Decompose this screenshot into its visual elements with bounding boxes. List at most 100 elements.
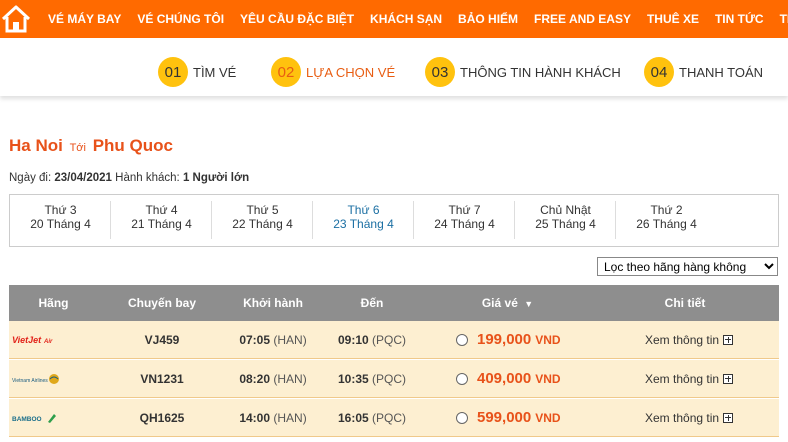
date-tab-date: 23 Tháng 4 xyxy=(333,217,394,231)
price-value: 599,000 xyxy=(477,409,532,426)
select-fare-radio[interactable] xyxy=(456,333,468,346)
vietnam-airlines-logo: Vietnam Airlines xyxy=(9,372,98,386)
nav-item-thue-xe[interactable]: THUÊ XE xyxy=(639,0,707,38)
arrive-time-value: 10:35 xyxy=(337,371,369,386)
airline-filter-select[interactable]: Lọc theo hãng hàng không xyxy=(597,257,778,276)
price-value: 409,000 xyxy=(477,370,532,387)
arrive-airport-code: (PQC) xyxy=(372,410,407,425)
table-row[interactable]: VietJet Air VJ459 07:05 (HAN) 09:10 (PQC… xyxy=(9,321,779,359)
expand-plus-icon[interactable] xyxy=(723,373,734,384)
passenger-label: Hành khách: xyxy=(115,172,180,184)
flight-number: QH1625 xyxy=(139,410,185,425)
price-cell[interactable]: 199,000 VND xyxy=(424,331,591,348)
nav-item-tin-ho[interactable]: TIN HO xyxy=(772,0,788,38)
date-tab-4[interactable]: Thứ 7 24 Tháng 4 xyxy=(414,195,515,246)
svg-text:Air: Air xyxy=(43,339,53,345)
arrive-time-value: 09:10 xyxy=(337,332,369,347)
detail-link[interactable]: Xem thông tin xyxy=(591,411,779,425)
date-tab-day: Thứ 7 xyxy=(448,203,481,217)
top-navigation: VÉ MÁY BAY VÉ CHÚNG TÔI YÊU CẦU ĐẶC BIỆT… xyxy=(0,0,788,38)
depart-airport-code: (HAN) xyxy=(273,332,307,347)
booking-steps: 01 TÌM VÉ 02 LỰA CHỌN VÉ 03 THÔNG TIN HÀ… xyxy=(0,38,788,96)
col-price[interactable]: Giá vé ▼ xyxy=(424,285,591,321)
arrive-time: 10:35 (PQC) xyxy=(320,372,424,386)
price-value: 199,000 xyxy=(477,331,532,348)
date-tab-3-selected[interactable]: Thứ 6 23 Tháng 4 xyxy=(313,195,414,246)
home-icon[interactable] xyxy=(0,0,32,38)
depart-time-value: 07:05 xyxy=(239,332,271,347)
date-tab-date: 20 Tháng 4 xyxy=(30,217,91,231)
passenger-count: 1 Người lớn xyxy=(182,172,250,184)
select-fare-radio[interactable] xyxy=(456,372,468,385)
arrive-time-value: 16:05 xyxy=(337,410,369,425)
search-summary: Ngày đi: 23/04/2021 Hành khách: 1 Người … xyxy=(9,172,249,184)
depart-time: 14:00 (HAN) xyxy=(226,411,320,425)
date-tab-2[interactable]: Thứ 5 22 Tháng 4 xyxy=(212,195,313,246)
date-label: Ngày đi: xyxy=(9,172,52,184)
detail-link[interactable]: Xem thông tin xyxy=(591,333,779,347)
svg-text:Vietnam Airlines: Vietnam Airlines xyxy=(12,378,48,384)
nav-item-yeu-cau-dac-biet[interactable]: YÊU CẦU ĐẶC BIỆT xyxy=(232,0,362,38)
depart-time-value: 08:20 xyxy=(239,371,271,386)
step-label: TÌM VÉ xyxy=(193,64,237,80)
step-number: 04 xyxy=(644,57,674,87)
date-tab-date: 25 Tháng 4 xyxy=(535,217,596,231)
col-airline: Hãng xyxy=(38,296,69,310)
date-tab-6[interactable]: Thứ 2 26 Tháng 4 xyxy=(616,195,717,246)
table-row[interactable]: BAMBOO QH1625 14:00 (HAN) 16:05 (PQC) 59… xyxy=(9,399,779,437)
table-row[interactable]: Vietnam Airlines VN1231 08:20 (HAN) 10:3… xyxy=(9,360,779,398)
date-tab-date: 22 Tháng 4 xyxy=(232,217,293,231)
arrive-airport-code: (PQC) xyxy=(372,371,407,386)
depart-airport-code: (HAN) xyxy=(273,371,307,386)
nav-item-bao-hiem[interactable]: BẢO HIỂM xyxy=(450,0,526,38)
sort-desc-icon[interactable]: ▼ xyxy=(524,299,533,309)
detail-link[interactable]: Xem thông tin xyxy=(591,372,779,386)
detail-label: Xem thông tin xyxy=(645,410,720,425)
route-title: Ha Noi Tới Phu Quoc xyxy=(9,136,173,156)
nav-item-khach-san[interactable]: KHÁCH SẠN xyxy=(362,0,450,38)
vietjet-logo: VietJet Air xyxy=(9,333,98,347)
depart-time-value: 14:00 xyxy=(239,410,271,425)
step-thong-tin-hanh-khach[interactable]: 03 THÔNG TIN HÀNH KHÁCH xyxy=(425,57,621,87)
step-number: 01 xyxy=(158,57,188,87)
step-lua-chon-ve[interactable]: 02 LỰA CHỌN VÉ xyxy=(271,57,395,87)
date-tab-1[interactable]: Thứ 4 21 Tháng 4 xyxy=(111,195,212,246)
col-detail: Chi tiết xyxy=(664,296,706,310)
date-tab-date: 21 Tháng 4 xyxy=(131,217,192,231)
expand-plus-icon[interactable] xyxy=(723,334,734,345)
price-currency: VND xyxy=(535,410,561,425)
date-tab-date: 26 Tháng 4 xyxy=(636,217,697,231)
nav-item-ve-may-bay[interactable]: VÉ MÁY BAY xyxy=(32,0,129,38)
date-tab-day: Chủ Nhật xyxy=(540,203,591,217)
nav-item-tin-tuc[interactable]: TIN TỨC xyxy=(707,0,772,38)
step-label: LỰA CHỌN VÉ xyxy=(306,64,396,80)
price-cell[interactable]: 599,000 VND xyxy=(424,409,591,426)
svg-text:VietJet: VietJet xyxy=(12,335,42,345)
bamboo-airways-logo: BAMBOO xyxy=(9,411,98,425)
date-tab-5[interactable]: Chủ Nhật 25 Tháng 4 xyxy=(515,195,616,246)
col-flight: Chuyến bay xyxy=(127,296,196,310)
depart-time: 07:05 (HAN) xyxy=(226,333,320,347)
flight-number: VN1231 xyxy=(140,371,184,386)
select-fare-radio[interactable] xyxy=(456,411,468,424)
date-tab-day: Thứ 3 xyxy=(44,203,77,217)
step-thanh-toan[interactable]: 04 THANH TOÁN xyxy=(644,57,763,87)
date-selector: Thứ 3 20 Tháng 4 Thứ 4 21 Tháng 4 Thứ 5 22 … xyxy=(9,194,779,247)
flight-number: VJ459 xyxy=(144,332,180,347)
date-tab-day: Thứ 6 xyxy=(347,203,380,217)
col-price-label: Giá vé xyxy=(481,296,518,310)
expand-plus-icon[interactable] xyxy=(723,412,734,423)
date-tab-day: Thứ 4 xyxy=(145,203,178,217)
step-number: 02 xyxy=(271,57,301,87)
price-cell[interactable]: 409,000 VND xyxy=(424,370,591,387)
arrive-time: 16:05 (PQC) xyxy=(320,411,424,425)
date-tab-day: Thứ 2 xyxy=(650,203,683,217)
date-tab-date: 24 Tháng 4 xyxy=(434,217,495,231)
date-tab-0[interactable]: Thứ 3 20 Tháng 4 xyxy=(10,195,111,246)
depart-date: 23/04/2021 xyxy=(54,172,112,184)
nav-item-ve-chung-toi[interactable]: VÉ CHÚNG TÔI xyxy=(129,0,232,38)
col-arrive: Đến xyxy=(360,296,384,310)
nav-item-free-and-easy[interactable]: FREE AND EASY xyxy=(526,0,639,38)
step-tim-ve[interactable]: 01 TÌM VÉ xyxy=(158,57,236,87)
svg-text:BAMBOO: BAMBOO xyxy=(12,416,42,423)
